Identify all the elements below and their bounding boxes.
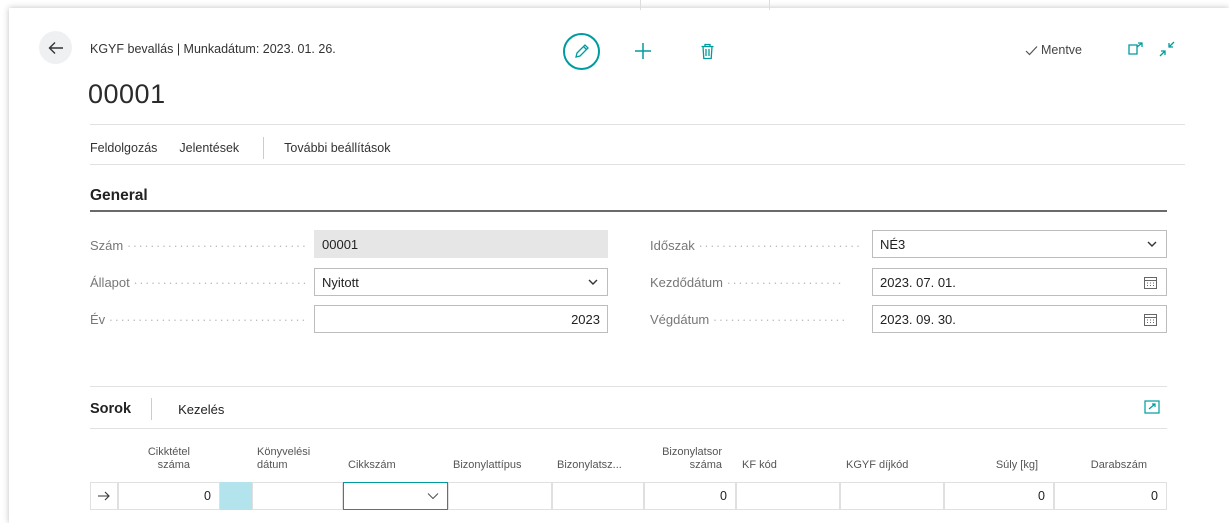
szam-field: 00001 — [314, 230, 608, 258]
ev-field[interactable]: 2023 — [314, 305, 608, 333]
field-label-idoszak: Időszak ···························· — [650, 238, 862, 253]
pencil-icon — [575, 44, 589, 58]
col-header-darabszam[interactable]: Darabszám — [1060, 459, 1147, 472]
cell-bizonylatsor-szama[interactable]: 0 — [644, 482, 736, 510]
lines-separator — [151, 398, 153, 420]
lines-title[interactable]: Sorok — [90, 401, 131, 417]
divider — [90, 386, 1167, 387]
action-jelentesek[interactable]: Jelentések — [179, 141, 239, 155]
saved-status: Mentve — [1025, 43, 1082, 57]
delete-button[interactable] — [694, 38, 720, 64]
col-header-cikktetel-szama[interactable]: Cikktétel száma — [140, 446, 190, 472]
arrow-left-icon — [48, 41, 63, 54]
field-label-ev: Év ·································· — [90, 312, 305, 327]
back-button[interactable] — [39, 31, 72, 64]
cell-darabszam[interactable]: 0 — [1054, 482, 1167, 510]
cell-kf-kod[interactable] — [736, 482, 840, 510]
saved-label: Mentve — [1041, 43, 1082, 57]
section-title-general[interactable]: General — [90, 187, 148, 205]
trash-icon — [701, 43, 713, 59]
new-button[interactable] — [630, 38, 656, 64]
col-header-kgyf-dijkod[interactable]: KGYF díjkód — [846, 459, 936, 472]
action-separator — [263, 137, 265, 159]
lines-header: Sorok Kezelés — [90, 398, 224, 420]
chevron-down-icon — [1147, 241, 1157, 247]
col-header-konyvelesi-datum[interactable]: Könyvelési dátum — [257, 446, 327, 472]
breadcrumb: KGYF bevallás | Munkadátum: 2023. 01. 26… — [90, 42, 336, 56]
action-tovabbi-beallitasok[interactable]: További beállítások — [284, 141, 390, 155]
arrow-right-icon — [98, 491, 110, 501]
kezdodatum-field[interactable]: 2023. 07. 01. — [872, 268, 1167, 296]
col-header-cikkszam[interactable]: Cikkszám — [348, 459, 438, 472]
cell-suly[interactable]: 0 — [944, 482, 1054, 510]
col-header-bizonylattipus[interactable]: Bizonylattípus — [453, 459, 543, 472]
field-label-allapot: Állapot ································ — [90, 275, 305, 290]
cell-cikktetel-szama[interactable]: 0 — [118, 482, 220, 510]
vegdatum-field[interactable]: 2023. 09. 30. — [872, 305, 1167, 333]
calendar-icon[interactable] — [1144, 276, 1157, 289]
open-in-new-window-icon[interactable] — [1127, 40, 1145, 58]
collapse-icon[interactable] — [1158, 40, 1176, 58]
calendar-icon[interactable] — [1144, 313, 1157, 326]
col-header-suly[interactable]: Súly [kg] — [955, 459, 1038, 472]
edit-button[interactable] — [563, 33, 600, 70]
cell-kgyf-dijkod[interactable] — [840, 482, 944, 510]
page-card — [9, 8, 1229, 523]
expand-icon[interactable] — [1144, 399, 1160, 415]
action-bar: Feldolgozás Jelentések További beállítás… — [90, 137, 413, 159]
col-header-kf-kod[interactable]: KF kód — [742, 459, 802, 472]
lines-manage-button[interactable]: Kezelés — [178, 402, 224, 417]
page-title: 00001 — [88, 79, 166, 109]
cikkszam-dropdown[interactable] — [343, 482, 448, 510]
allapot-select[interactable]: Nyitott — [314, 268, 608, 296]
checkmark-icon — [1025, 45, 1038, 55]
cell-bizonylatsz[interactable] — [552, 482, 644, 510]
action-feldolgozas[interactable]: Feldolgozás — [90, 141, 157, 155]
cell-selected[interactable] — [220, 482, 252, 510]
field-label-vegdatum: Végdátum ······················· — [650, 312, 847, 327]
section-underline — [90, 210, 1167, 212]
field-label-kezdodatum: Kezdődátum ···················· — [650, 275, 844, 290]
idoszak-select[interactable]: NÉ3 — [872, 230, 1167, 258]
field-label-szam: Szám ·································· — [90, 238, 305, 253]
divider — [90, 124, 1185, 125]
chevron-down-icon — [588, 279, 598, 285]
col-header-bizonylatsz[interactable]: Bizonylatsz... — [557, 459, 647, 472]
plus-icon — [635, 43, 651, 59]
row-indicator[interactable] — [90, 482, 118, 510]
cell-bizonylattipus[interactable] — [448, 482, 552, 510]
chevron-down-icon — [427, 493, 439, 500]
divider — [90, 428, 1167, 429]
window-tab-edge — [640, 0, 770, 10]
col-header-bizonylatsor-szama[interactable]: Bizonylatsor száma — [650, 446, 722, 472]
cell-konyvelesi-datum[interactable] — [252, 482, 343, 510]
divider — [90, 164, 1185, 165]
